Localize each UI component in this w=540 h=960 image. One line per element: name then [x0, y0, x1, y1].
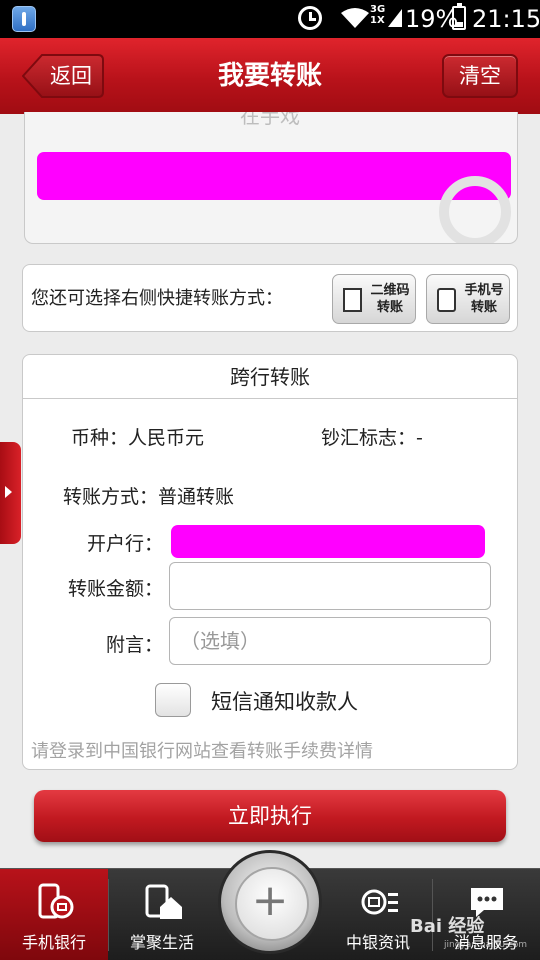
side-drawer-handle[interactable] — [0, 442, 21, 544]
nav-mobile-bank[interactable]: 手机银行 — [0, 869, 108, 960]
bank-label: 开户行： — [86, 533, 163, 555]
qr-transfer-button[interactable]: 二维码 转账 — [332, 274, 416, 324]
nav-life[interactable]: 掌聚生活 — [108, 869, 216, 960]
transfer-method-text: 转账方式：普通转账 — [63, 486, 235, 508]
battery-icon — [452, 3, 466, 30]
status-time: 21:15 — [472, 5, 540, 33]
phone-transfer-button[interactable]: 手机号 转账 — [426, 274, 510, 324]
execute-button[interactable]: 立即执行 — [34, 790, 506, 842]
battery-percent: 19% — [405, 5, 459, 33]
sms-notify-label: 短信通知收款人 — [211, 690, 358, 714]
network-type: 3G 1X — [370, 4, 386, 26]
plus-icon: + — [251, 875, 289, 926]
boc-news-icon — [361, 889, 398, 915]
partial-label: 在手戏 — [240, 112, 300, 128]
payee-panel: 在手戏 — [24, 112, 518, 244]
redacted-bank-field[interactable] — [171, 525, 485, 558]
baidu-watermark: Bai 经验 — [410, 916, 485, 937]
qr-code-icon — [343, 288, 362, 312]
center-plus-button[interactable]: + — [218, 850, 322, 954]
status-bar: 3G 1X 19% 21:15 — [0, 0, 540, 38]
alarm-clock-icon — [298, 6, 322, 30]
phone-icon — [437, 288, 456, 312]
signal-icon — [388, 9, 402, 27]
qr-transfer-label: 二维码 转账 — [370, 283, 410, 315]
redacted-payee-field — [37, 152, 511, 200]
notification-app-icon — [12, 6, 36, 32]
phone-transfer-label: 手机号 转账 — [464, 283, 504, 315]
memo-input[interactable]: （选填） — [169, 617, 491, 665]
home-life-icon — [145, 884, 182, 919]
boc-logo-watermark-icon — [439, 176, 511, 243]
nav-label: 手机银行 — [21, 933, 86, 952]
wifi-icon — [341, 8, 369, 28]
fee-hint-text: 请登录到中国银行网站查看转账手续费详情 — [31, 741, 373, 762]
amount-input[interactable] — [169, 562, 491, 610]
mobile-bank-icon — [38, 883, 74, 919]
cash-flag-text: 钞汇标志：- — [321, 427, 423, 449]
currency-text: 币种：人民币元 — [71, 427, 205, 449]
sms-notify-checkbox[interactable] — [155, 683, 191, 717]
clear-button[interactable]: 清空 — [442, 54, 518, 98]
nav-label: 掌聚生活 — [129, 933, 194, 952]
title-bar: 返回 我要转账 清空 — [0, 38, 540, 114]
shortcut-panel: 您还可选择右侧快捷转账方式： 二维码 转账 手机号 转账 — [22, 264, 518, 332]
amount-label: 转账金额： — [67, 578, 163, 600]
memo-label: 附言： — [105, 634, 163, 656]
section-title: 跨行转账 — [23, 355, 517, 399]
interbank-transfer-form: 跨行转账 币种：人民币元 钞汇标志：- 转账方式：普通转账 开户行： 转账金额：… — [22, 354, 518, 770]
baidu-watermark-url: jingyan.baidu.com — [444, 940, 528, 950]
shortcut-text: 您还可选择右侧快捷转账方式： — [31, 288, 283, 309]
